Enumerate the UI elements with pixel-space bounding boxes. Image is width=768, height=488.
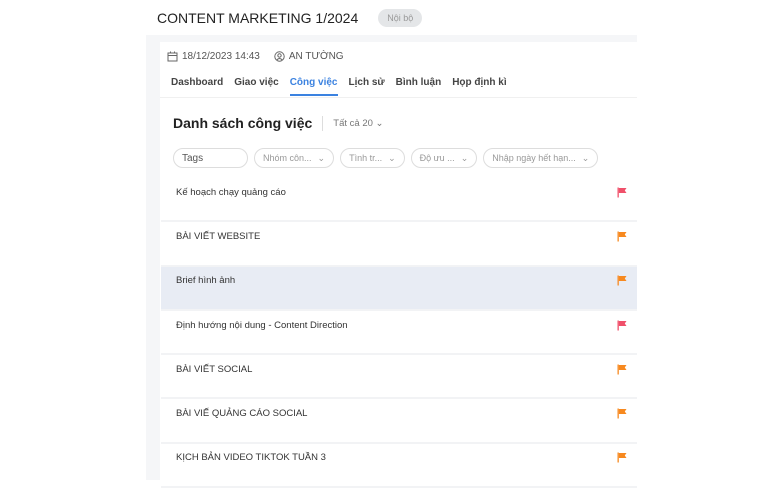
status-label: Tình tr... <box>349 153 383 163</box>
task-name: KỊCH BẢN VIDEO TIKTOK TUẦN 3 <box>176 452 326 464</box>
tags-filter[interactable]: Tags <box>173 148 248 168</box>
task-name: BÀI VIẾT WEBSITE <box>176 230 261 242</box>
visibility-badge: Nội bộ <box>378 9 423 27</box>
project-header: CONTENT MARKETING 1/2024 Nội bộ <box>157 9 423 27</box>
chevron-down-icon: ⌄ <box>581 152 590 163</box>
priority-flag-icon[interactable] <box>617 275 627 286</box>
list-title: Danh sách công việc <box>173 115 313 131</box>
priority-label: Độ ưu ... <box>419 153 455 163</box>
priority-flag-icon[interactable] <box>617 320 627 331</box>
task-name: BÀI VIẾ QUẢNG CÁO SOCIAL <box>176 408 308 420</box>
priority-flag-icon[interactable] <box>617 231 627 242</box>
task-list: Kế hoạch chạy quảng cáo BÀI VIẾT WEBSITE B… <box>161 178 637 488</box>
tab-lich-su[interactable]: Lịch sử <box>349 77 385 96</box>
status-filter[interactable]: Tình tr... ⌄ <box>340 148 405 168</box>
due-date-label: Nhập ngày hết hạn... <box>492 153 576 163</box>
task-row[interactable]: Định hướng nội dung - Content Direction <box>161 311 637 356</box>
tags-label: Tags <box>182 152 204 164</box>
project-tabs: Dashboard Giao việc Công việc Lịch sử Bì… <box>171 77 507 96</box>
chevron-down-icon: ⌄ <box>388 152 396 163</box>
list-header: Danh sách công việc Tất cả 20 ⌄ <box>173 115 384 131</box>
priority-flag-icon[interactable] <box>617 187 627 198</box>
task-row[interactable]: BÀI VIẾ QUẢNG CÁO SOCIAL <box>161 399 637 444</box>
user-icon <box>274 51 285 62</box>
created-date: 18/12/2023 14:43 <box>182 51 260 62</box>
task-row[interactable]: Brief hình ảnh <box>161 266 637 311</box>
count-label: Tất cả 20 <box>333 117 373 129</box>
tab-cong-viec[interactable]: Công việc <box>289 77 338 96</box>
priority-filter[interactable]: Độ ưu ... ⌄ <box>410 148 478 168</box>
task-row[interactable]: Kế hoạch chạy quảng cáo <box>161 178 637 223</box>
chevron-down-icon: ⌄ <box>460 152 469 163</box>
divider <box>322 115 324 131</box>
priority-flag-icon[interactable] <box>617 452 627 463</box>
group-filter[interactable]: Nhóm côn... ⌄ <box>254 148 335 168</box>
task-name: Kế hoạch chạy quảng cáo <box>176 186 286 198</box>
tab-dashboard[interactable]: Dashboard <box>171 77 223 96</box>
project-meta: 18/12/2023 14:43 AN TƯỜNG <box>167 51 344 62</box>
task-name: BÀI VIẾT SOCIAL <box>176 363 253 375</box>
chevron-down-icon: ⌄ <box>317 152 326 163</box>
count-dropdown[interactable]: Tất cả 20 ⌄ <box>333 118 383 129</box>
chevron-down-icon: ⌄ <box>375 117 384 129</box>
task-name: Định hướng nội dung - Content Direction <box>176 319 348 331</box>
task-row[interactable]: BÀI VIẾT WEBSITE <box>161 222 637 267</box>
filter-bar: Tags Nhóm côn... ⌄ Tình tr... ⌄ Độ ưu ... ⌄… <box>173 148 599 168</box>
tab-divider <box>160 97 637 98</box>
group-label: Nhóm côn... <box>263 153 312 163</box>
tab-hop-dinh-ki[interactable]: Họp định kì <box>452 77 506 96</box>
task-name: Brief hình ảnh <box>176 275 236 287</box>
task-row[interactable]: KỊCH BẢN VIDEO TIKTOK TUẦN 3 <box>161 444 637 488</box>
calendar-icon <box>167 51 178 62</box>
owner-name: AN TƯỜNG <box>288 51 344 62</box>
due-date-filter[interactable]: Nhập ngày hết hạn... ⌄ <box>483 148 599 168</box>
priority-flag-icon[interactable] <box>617 408 627 419</box>
page-title: CONTENT MARKETING 1/2024 <box>157 10 359 26</box>
tab-binh-luan[interactable]: Bình luận <box>396 77 442 96</box>
priority-flag-icon[interactable] <box>617 364 627 375</box>
tab-giao-viec[interactable]: Giao việc <box>234 77 278 96</box>
task-row[interactable]: BÀI VIẾT SOCIAL <box>161 355 637 400</box>
